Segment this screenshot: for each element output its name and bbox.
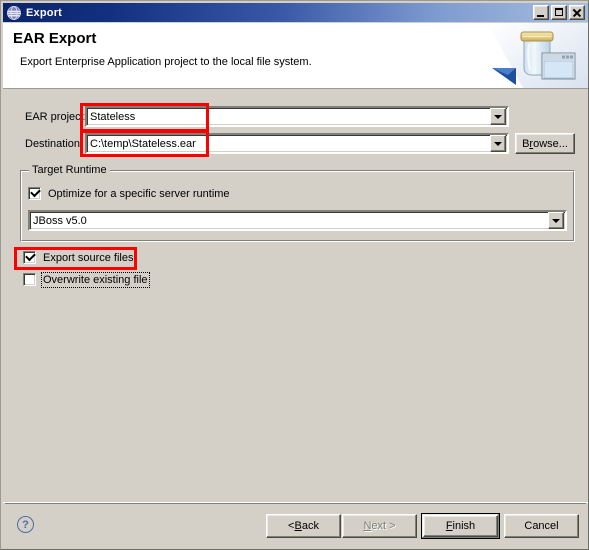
ear-project-dropdown-button[interactable] [490,108,506,125]
chevron-down-icon [494,142,502,146]
finish-button[interactable]: Finish [421,513,500,539]
optimize-runtime-checkbox[interactable] [28,186,41,200]
page-title: EAR Export [13,30,97,47]
browse-button-suffix: owse... [533,137,568,150]
close-button[interactable] [569,5,585,20]
export-dialog-window: Export EAR Export Export Enterprise Appl… [0,0,589,550]
export-source-files-label: Export source files [43,251,134,264]
next-button-suffix: ext > [371,520,396,532]
target-runtime-value: JBoss v5.0 [33,214,87,227]
next-button-mnemonic: N [363,520,372,532]
footer-separator [5,503,586,504]
cancel-button[interactable]: Cancel [504,514,579,538]
ear-project-value: Stateless [90,110,136,123]
destination-label: Destination [25,138,81,150]
maximize-button[interactable] [551,5,567,20]
page-description: Export Enterprise Application project to… [20,56,312,68]
target-runtime-legend: Target Runtime [29,164,110,176]
window-title: Export [26,6,63,19]
dialog-footer: ? < Back Next > Finish Cancel [3,502,588,549]
next-button[interactable]: Next > [342,514,417,538]
finish-button-mnemonic: F [445,520,453,532]
overwrite-existing-file-checkbox[interactable] [23,273,36,286]
export-source-files-checkbox[interactable] [23,250,36,264]
export-source-files-checkbox-row[interactable]: Export source files [23,250,134,264]
destination-value: C:\temp\Stateless.ear [90,137,196,150]
help-question-icon[interactable]: ? [17,516,34,533]
chevron-down-icon [494,115,502,119]
dialog-body: EAR project: Stateless Destination C:\te… [3,90,588,502]
browse-button-prefix: B [522,137,530,150]
chevron-down-icon [552,219,560,223]
title-bar[interactable]: Export [3,3,588,22]
optimize-runtime-label: Optimize for a specific server runtime [48,187,230,200]
finish-button-suffix: inish [452,520,476,532]
maximize-icon [555,8,563,16]
target-runtime-group: Target Runtime [20,164,575,242]
wizard-header: EAR Export Export Enterprise Application… [3,23,588,89]
minimize-button[interactable] [533,5,549,20]
ear-export-jar-icon [488,23,588,88]
destination-combo[interactable]: C:\temp\Stateless.ear [85,133,509,154]
ear-project-combo[interactable]: Stateless [85,106,509,127]
checkmark-icon [25,250,36,262]
destination-dropdown-button[interactable] [490,135,506,152]
optimize-runtime-checkbox-row[interactable]: Optimize for a specific server runtime [28,186,230,200]
finish-button-inner: Finish [423,515,498,537]
back-button[interactable]: < Back [266,514,341,538]
minimize-icon [537,15,544,17]
back-button-suffix: ack [301,520,319,532]
browse-button[interactable]: Br owse... [515,133,575,154]
overwrite-existing-file-label: Overwrite existing file [41,271,150,288]
window-controls [533,5,585,20]
target-runtime-combo[interactable]: JBoss v5.0 [28,210,567,231]
ear-project-label: EAR project: [25,111,87,123]
eclipse-logo-icon [6,5,22,21]
back-button-mnemonic: B [294,520,302,532]
overwrite-existing-file-checkbox-row[interactable]: Overwrite existing file [23,271,150,288]
target-runtime-dropdown-button[interactable] [548,212,564,229]
checkmark-icon [30,186,41,198]
